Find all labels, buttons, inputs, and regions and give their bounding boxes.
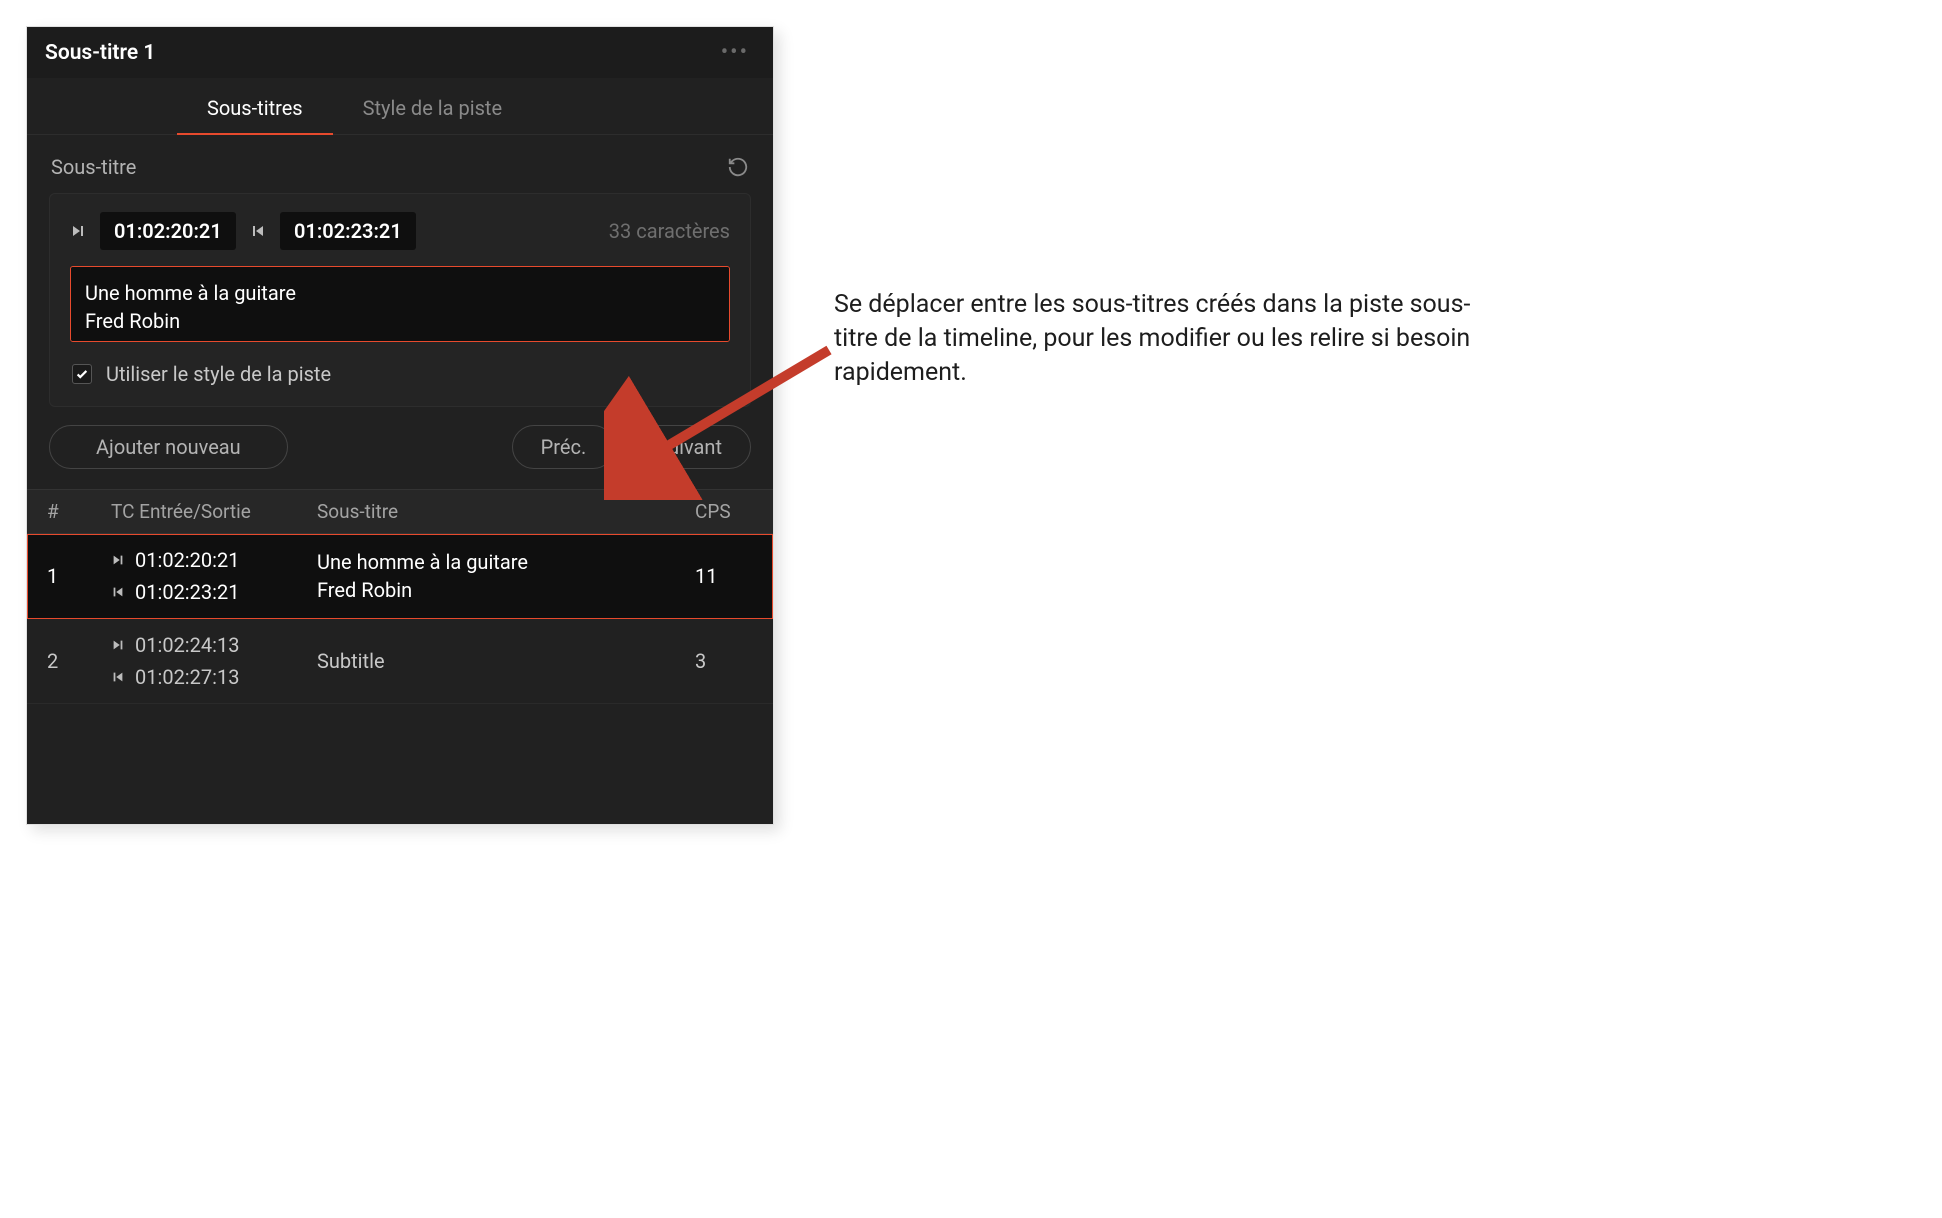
subtitle-inspector-panel: Sous-titre 1 ••• Sous-titres Style de la… — [26, 26, 774, 825]
table-body: 1 01:02:20:21 01:02:23:21 Une homme à la gu… — [27, 534, 773, 704]
table-row[interactable]: 2 01:02:24:13 01:02:27:13 Subtitle3 — [27, 619, 773, 704]
panel-title: Sous-titre 1 — [45, 41, 155, 65]
more-options-icon[interactable]: ••• — [721, 40, 749, 65]
cell-subtitle-text: Une homme à la guitare Fred Robin — [305, 534, 683, 619]
tc-out-icon — [111, 670, 125, 684]
reset-icon[interactable] — [727, 156, 749, 178]
panel-inner: Sous-titre 1 ••• Sous-titres Style de la… — [27, 27, 773, 824]
col-index: # — [27, 490, 99, 534]
tc-out-value: 01:02:27:13 — [135, 665, 239, 689]
add-new-button[interactable]: Ajouter nouveau — [49, 425, 288, 469]
cell-cps: 11 — [683, 534, 773, 619]
col-cps: CPS — [683, 490, 773, 534]
use-track-style-checkbox[interactable] — [72, 364, 92, 384]
tc-in-icon — [111, 553, 125, 567]
section-header: Sous-titre — [49, 149, 751, 193]
use-track-style-row: Utiliser le style de la piste — [70, 362, 730, 386]
char-count: 33 caractères — [609, 219, 730, 243]
col-tc: TC Entrée/Sortie — [99, 490, 305, 534]
cell-index: 1 — [27, 534, 99, 619]
cell-cps: 3 — [683, 619, 773, 704]
col-subtitle: Sous-titre — [305, 490, 683, 534]
panel-footer-empty — [27, 704, 773, 824]
section-label: Sous-titre — [51, 155, 136, 179]
tc-in-field[interactable]: 01:02:20:21 — [100, 212, 236, 250]
next-button[interactable]: Suivant — [627, 425, 751, 469]
tc-in-value: 01:02:20:21 — [135, 548, 239, 572]
subtitle-list-table: # TC Entrée/Sortie Sous-titre CPS 101:02… — [27, 489, 773, 704]
subtitle-editor-card: 01:02:20:21 01:02:23:21 33 caractères Ut… — [49, 193, 751, 407]
cell-tc: 01:02:24:13 01:02:27:13 — [99, 619, 305, 704]
tc-out-icon — [111, 585, 125, 599]
table-header: # TC Entrée/Sortie Sous-titre CPS — [27, 490, 773, 534]
tc-out-field[interactable]: 01:02:23:21 — [280, 212, 416, 250]
tc-out-value: 01:02:23:21 — [135, 580, 239, 604]
timecode-row: 01:02:20:21 01:02:23:21 33 caractères — [70, 212, 730, 250]
tc-in-icon — [70, 223, 86, 239]
use-track-style-label: Utiliser le style de la piste — [106, 362, 331, 386]
cell-index: 2 — [27, 619, 99, 704]
tab-track-style[interactable]: Style de la piste — [333, 78, 532, 134]
annotation-text: Se déplacer entre les sous-titres créés … — [834, 288, 1514, 389]
tc-in-icon — [111, 638, 125, 652]
tab-subtitles[interactable]: Sous-titres — [177, 78, 333, 134]
subtitle-text-input[interactable] — [70, 266, 730, 342]
tc-in-value: 01:02:24:13 — [135, 633, 239, 657]
cell-subtitle-text: Subtitle — [305, 619, 683, 704]
subtitle-section: Sous-titre 01:02:20:21 — [27, 135, 773, 407]
prev-button[interactable]: Préc. — [512, 425, 616, 469]
button-row: Ajouter nouveau Préc. Suivant — [27, 407, 773, 489]
cell-tc: 01:02:20:21 01:02:23:21 — [99, 534, 305, 619]
table-row[interactable]: 1 01:02:20:21 01:02:23:21 Une homme à la gu… — [27, 534, 773, 619]
tc-out-icon — [250, 223, 266, 239]
panel-header: Sous-titre 1 ••• — [27, 27, 773, 78]
tabs: Sous-titres Style de la piste — [27, 78, 773, 135]
annotation-callout: Se déplacer entre les sous-titres créés … — [834, 288, 1514, 389]
